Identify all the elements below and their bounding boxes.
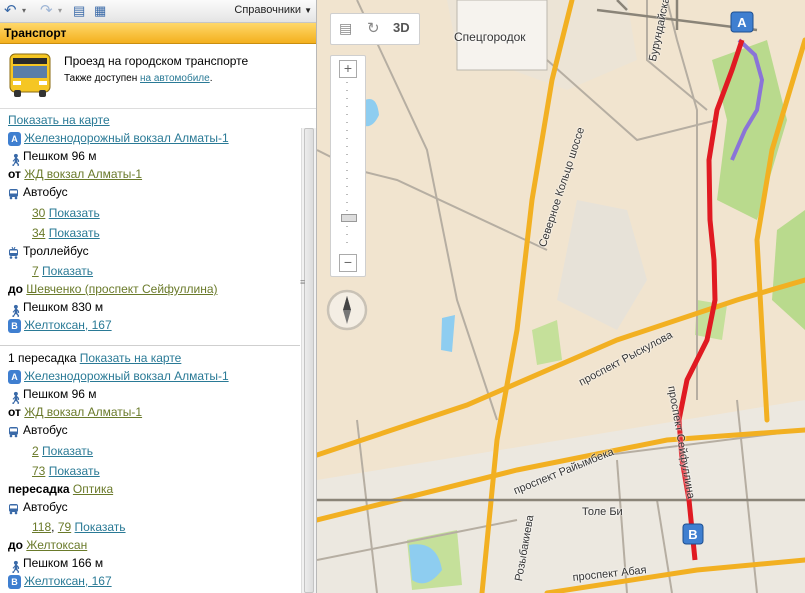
to-label: до: [8, 538, 23, 552]
start-point-badge: A: [8, 369, 21, 384]
redo-dropdown-icon[interactable]: ▾: [58, 3, 62, 19]
pedestrian-icon: 🚶︎: [8, 303, 24, 318]
marker-a-label: A: [737, 15, 747, 30]
scrollbar-thumb[interactable]: [304, 128, 314, 593]
pedestrian-icon: 🚶︎: [8, 559, 24, 574]
bus-label: Автобус: [23, 500, 68, 514]
map-label-tole-bi: Толе Би: [582, 506, 623, 518]
from-label: от: [8, 405, 21, 419]
line-separator: ,: [51, 520, 55, 534]
show-trolley-line-link[interactable]: Показать: [42, 264, 93, 278]
bus-icon: [9, 53, 51, 97]
route-start-marker[interactable]: A: [730, 11, 754, 33]
bus-line-link[interactable]: 30: [32, 206, 45, 220]
route-end-marker[interactable]: B: [682, 523, 704, 545]
panel-header: Транспорт: [0, 23, 316, 44]
map-toolbar: ▤ ↻ 3D: [330, 13, 420, 45]
zoom-out-button[interactable]: −: [339, 254, 357, 272]
show-bus-line-link[interactable]: Показать: [42, 444, 93, 458]
to-stop-link[interactable]: Желтоксан: [26, 538, 87, 552]
walk-distance: Пешком 96 м: [23, 387, 97, 401]
zoom-control: + −: [330, 55, 366, 277]
zoom-in-button[interactable]: +: [339, 60, 357, 78]
show-on-map-link[interactable]: Показать на карте: [80, 351, 182, 365]
bus-small-icon: [8, 425, 19, 438]
walk-distance: Пешком 96 м: [23, 149, 97, 163]
to-label: до: [8, 282, 23, 296]
transfer-label: пересадка: [8, 482, 70, 496]
start-point-badge: A: [8, 131, 21, 146]
from-label: от: [8, 167, 21, 181]
zoom-slider[interactable]: [346, 82, 348, 250]
map-view[interactable]: A B Спецгородок Бурундайская Северное Ко…: [317, 0, 805, 593]
undo-arrow-icon[interactable]: ↶: [4, 3, 17, 19]
show-on-map-link[interactable]: Показать на карте: [8, 113, 110, 127]
splitter-handle-icon[interactable]: ≡: [300, 277, 306, 287]
panel-scrollbar[interactable]: [301, 128, 316, 593]
bus-label: Автобус: [23, 185, 68, 199]
undo-dropdown-icon[interactable]: ▾: [22, 3, 26, 19]
zoom-slider-thumb[interactable]: [341, 214, 357, 222]
info-title: Проезд на городском транспорте: [64, 54, 249, 68]
map-canvas[interactable]: A B: [317, 0, 805, 593]
bus-small-icon: [8, 187, 19, 200]
side-panel: ↶ ▾ ↷ ▾ ▤ ▦ Справочники ▼ Транспорт Прое…: [0, 0, 317, 593]
bus-line-link[interactable]: 79: [58, 520, 71, 534]
info-subtitle: Также доступен на автомобиле.: [64, 73, 212, 84]
trolleybus-icon: [8, 246, 19, 259]
bus-line-link[interactable]: 118: [32, 520, 51, 534]
chevron-down-icon: ▼: [304, 6, 312, 15]
transfer-count: 1 пересадка: [8, 351, 77, 365]
from-stop-link[interactable]: ЖД вокзал Алматы-1: [24, 167, 142, 181]
pedestrian-icon: 🚶︎: [8, 390, 24, 405]
walk-distance: Пешком 830 м: [23, 300, 104, 314]
from-stop-link[interactable]: ЖД вокзал Алматы-1: [24, 405, 142, 419]
walk-distance: Пешком 166 м: [23, 556, 104, 570]
end-point-badge: B: [8, 318, 21, 333]
marker-b-label: B: [688, 527, 697, 542]
end-point-badge: B: [8, 574, 21, 589]
transfer-stop-link[interactable]: Оптика: [73, 482, 113, 496]
info-sub-prefix: Также доступен: [64, 73, 138, 84]
to-stop-link[interactable]: Шевченко (проспект Сейфуллина): [26, 282, 217, 296]
start-stop-link[interactable]: Железнодорожный вокзал Алматы-1: [24, 131, 229, 145]
map-label-spetsgorodok: Спецгородок: [454, 30, 526, 44]
compass-icon[interactable]: [325, 288, 369, 332]
traffic-icon[interactable]: ↻: [367, 19, 380, 37]
show-bus-line-link[interactable]: Показать: [49, 226, 100, 240]
bus-line-link[interactable]: 2: [32, 444, 39, 458]
route-option-2: 1 пересадка Показать на карте A Железнодо…: [0, 346, 300, 593]
trolley-line-link[interactable]: 7: [32, 264, 39, 278]
bus-line-link[interactable]: 73: [32, 464, 45, 478]
info-sub-suffix: .: [209, 73, 213, 84]
directories-menu-label: Справочники: [234, 4, 302, 16]
bus-label: Автобус: [23, 423, 68, 437]
start-stop-link[interactable]: Железнодорожный вокзал Алматы-1: [24, 369, 229, 383]
toolbar: ↶ ▾ ↷ ▾ ▤ ▦ Справочники ▼: [0, 0, 316, 23]
route-option-1: Показать на карте A Железнодорожный вокза…: [0, 108, 300, 345]
show-bus-line-link[interactable]: Показать: [75, 520, 126, 534]
end-stop-link[interactable]: Желтоксан, 167: [24, 574, 112, 588]
bus-line-link[interactable]: 34: [32, 226, 45, 240]
end-stop-link[interactable]: Желтоксан, 167: [24, 318, 112, 332]
show-bus-line-link[interactable]: Показать: [49, 206, 100, 220]
list-layout-icon[interactable]: ▦: [94, 3, 106, 19]
transport-info: Проезд на городском транспорте Также дос…: [0, 44, 316, 109]
directories-menu[interactable]: Справочники ▼: [234, 4, 312, 16]
show-bus-line-link[interactable]: Показать: [49, 464, 100, 478]
trolleybus-label: Троллейбус: [23, 244, 89, 258]
bus-small-icon: [8, 502, 19, 515]
pedestrian-icon: 🚶︎: [8, 152, 24, 167]
ruler-icon[interactable]: ▤: [339, 20, 352, 37]
redo-arrow-icon[interactable]: ↷: [40, 3, 53, 19]
layout-icon[interactable]: ▤: [73, 3, 85, 19]
3d-button[interactable]: 3D: [393, 20, 410, 35]
by-car-link[interactable]: на автомобиле: [140, 73, 210, 84]
